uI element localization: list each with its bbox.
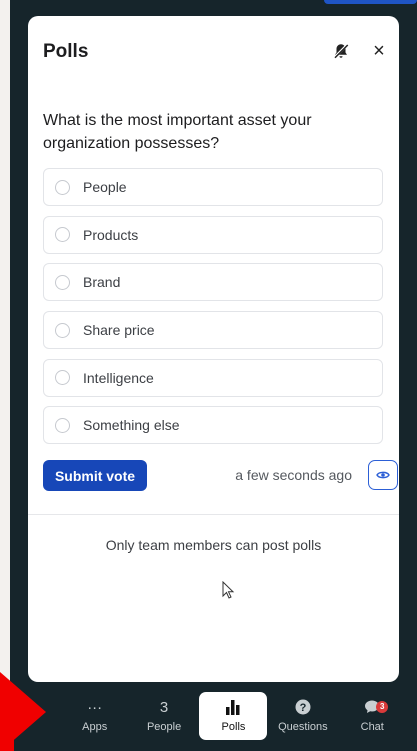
poll-question: What is the most important asset your or… bbox=[43, 112, 312, 152]
radio-icon[interactable] bbox=[55, 417, 70, 433]
poll-timestamp: a few seconds ago bbox=[235, 467, 352, 483]
nav-questions[interactable]: ? Questions bbox=[269, 692, 337, 740]
bottom-nav: ··· Apps 3 People Polls ? Questions 3 Ch… bbox=[10, 686, 417, 751]
top-accent-bar bbox=[324, 0, 417, 4]
close-icon: × bbox=[373, 39, 385, 62]
view-results-button[interactable] bbox=[368, 460, 398, 490]
radio-icon[interactable] bbox=[55, 322, 70, 338]
poll-option-label: Something else bbox=[83, 417, 180, 434]
nav-people[interactable]: 3 People bbox=[130, 692, 198, 740]
bar-chart-icon bbox=[225, 699, 241, 717]
divider bbox=[28, 514, 399, 515]
radio-icon[interactable] bbox=[55, 274, 70, 290]
poll-option[interactable]: Intelligence bbox=[43, 358, 383, 397]
nav-chat-label: Chat bbox=[360, 721, 384, 733]
poll-option-label: Brand bbox=[83, 274, 121, 291]
poll-option[interactable]: Something else bbox=[43, 406, 383, 445]
polls-panel: Polls × What is the most important asset… bbox=[28, 16, 399, 682]
question-icon: ? bbox=[295, 699, 311, 717]
nav-people-label: People bbox=[146, 721, 182, 733]
chat-badge: 3 bbox=[376, 701, 389, 713]
mouse-cursor-icon bbox=[222, 581, 235, 599]
team-only-notice: Only team members can post polls bbox=[105, 537, 322, 553]
svg-text:?: ? bbox=[299, 702, 306, 714]
nav-chat[interactable]: 3 Chat bbox=[338, 692, 406, 740]
poll-option-label: Share price bbox=[83, 322, 155, 339]
nav-polls[interactable]: Polls bbox=[199, 692, 268, 740]
bell-off-icon[interactable] bbox=[330, 40, 352, 62]
close-button[interactable]: × bbox=[368, 40, 390, 62]
panel-title: Polls bbox=[43, 41, 89, 62]
nav-questions-label: Questions bbox=[278, 721, 328, 733]
radio-icon[interactable] bbox=[55, 227, 70, 243]
poll-option[interactable]: Brand bbox=[43, 263, 383, 302]
nav-apps-label: Apps bbox=[82, 721, 108, 733]
more-icon: ··· bbox=[87, 699, 103, 716]
people-count: 3 bbox=[159, 699, 169, 716]
submit-vote-button[interactable]: Submit vote bbox=[43, 460, 147, 491]
nav-polls-label: Polls bbox=[221, 721, 246, 733]
poll-option-label: Intelligence bbox=[83, 369, 154, 386]
poll-options: People Products Brand Share price Intell… bbox=[43, 168, 383, 454]
radio-icon[interactable] bbox=[55, 179, 70, 195]
poll-option[interactable]: Products bbox=[43, 215, 383, 254]
poll-option[interactable]: Share price bbox=[43, 311, 383, 350]
poll-option[interactable]: People bbox=[43, 168, 383, 206]
nav-apps[interactable]: ··· Apps bbox=[61, 692, 129, 740]
panel-header: Polls × bbox=[28, 16, 399, 88]
radio-icon[interactable] bbox=[55, 370, 70, 386]
poll-option-label: Products bbox=[83, 226, 139, 243]
poll-option-label: People bbox=[83, 179, 127, 195]
eye-icon bbox=[376, 471, 390, 479]
